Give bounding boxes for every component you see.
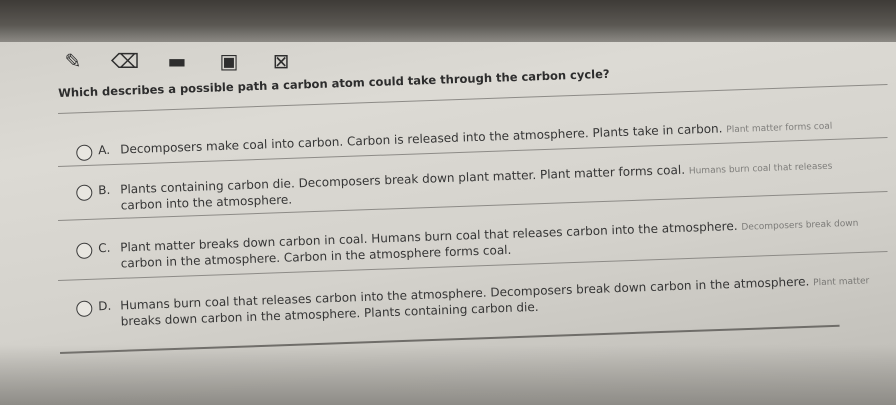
pencil-icon[interactable]: ✎ [60,48,86,74]
question-card: Which describes a possible path a carbon… [58,67,896,355]
radio-c[interactable] [76,242,93,259]
radio-a[interactable] [76,144,93,161]
highlighter-icon[interactable]: ▬ [164,48,190,74]
option-c[interactable]: C. Plant matter breaks down carbon in co… [76,215,859,272]
monitor-bezel [0,0,896,42]
close-icon[interactable]: ⊠ [268,48,294,74]
desk-surface [0,345,896,405]
notepad-icon[interactable]: ▣ [216,48,242,74]
option-d[interactable]: D. Humans burn coal that releases carbon… [76,272,870,330]
toolbar: ✎ ⌫ ▬ ▣ ⊠ [60,44,294,78]
radio-d[interactable] [76,300,93,317]
option-a[interactable]: A. Decomposers make coal into carbon. Ca… [76,118,833,161]
radio-b[interactable] [76,184,93,201]
eraser-icon[interactable]: ⌫ [111,48,139,74]
